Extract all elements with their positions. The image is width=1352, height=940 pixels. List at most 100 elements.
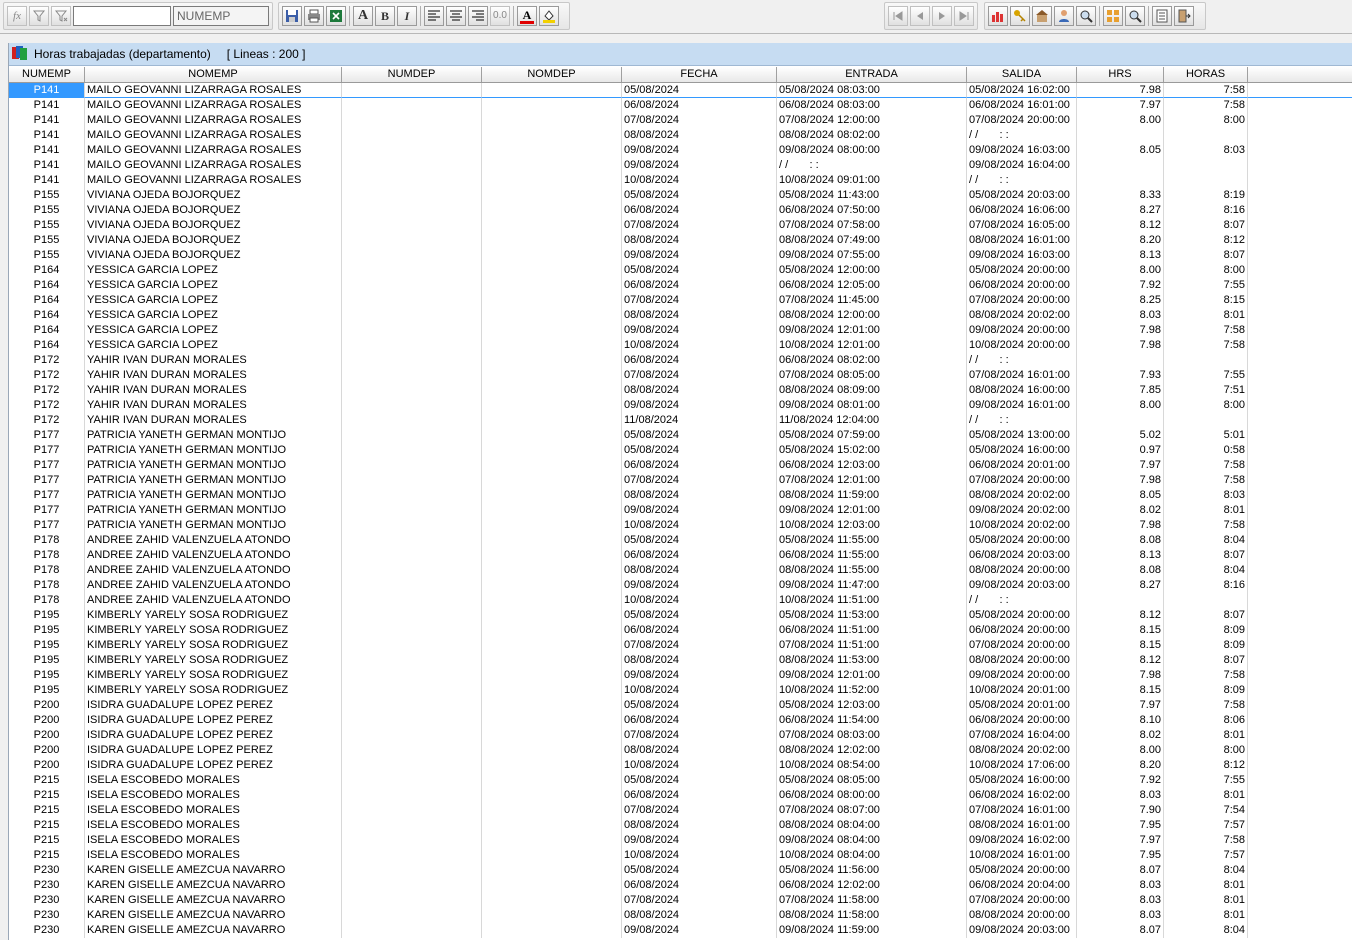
cell-horas[interactable]: 5:01 xyxy=(1164,428,1248,443)
cell-entrada[interactable]: / / : : xyxy=(777,158,967,173)
cell-nomdep[interactable] xyxy=(482,83,622,98)
cell-entrada[interactable]: 07/08/2024 08:05:00 xyxy=(777,368,967,383)
cell-hrs[interactable]: 8.20 xyxy=(1077,758,1164,773)
cell-entrada[interactable]: 05/08/2024 12:03:00 xyxy=(777,698,967,713)
cell-salida[interactable]: 07/08/2024 20:00:00 xyxy=(967,893,1077,908)
cell-nomdep[interactable] xyxy=(482,488,622,503)
cell-fecha[interactable]: 06/08/2024 xyxy=(622,353,777,368)
cell-fecha[interactable]: 09/08/2024 xyxy=(622,398,777,413)
cell-entrada[interactable]: 06/08/2024 08:02:00 xyxy=(777,353,967,368)
cell-fecha[interactable]: 05/08/2024 xyxy=(622,863,777,878)
column-header-nomdep[interactable]: NOMDEP xyxy=(482,67,622,82)
cell-horas[interactable]: 7:58 xyxy=(1164,668,1248,683)
cell-nomdep[interactable] xyxy=(482,608,622,623)
table-row[interactable]: P155 VIVIANA OJEDA BOJORQUEZ 05/08/2024 05/… xyxy=(9,188,1352,203)
cell-horas[interactable]: 7:58 xyxy=(1164,518,1248,533)
cell-nomdep[interactable] xyxy=(482,773,622,788)
cell-salida[interactable]: 07/08/2024 16:01:00 xyxy=(967,803,1077,818)
cell-entrada[interactable]: 10/08/2024 11:51:00 xyxy=(777,593,967,608)
table-row[interactable]: P178 ANDREE ZAHID VALENZUELA ATONDO 08/08/… xyxy=(9,563,1352,578)
cell-numemp[interactable]: P141 xyxy=(9,83,85,98)
table-row[interactable]: P155 VIVIANA OJEDA BOJORQUEZ 09/08/2024 09/… xyxy=(9,248,1352,263)
cell-nomemp[interactable]: ISIDRA GUADALUPE LOPEZ PEREZ xyxy=(85,713,342,728)
cell-numdep[interactable] xyxy=(342,833,482,848)
cell-entrada[interactable]: 08/08/2024 08:02:00 xyxy=(777,128,967,143)
cell-nomemp[interactable]: PATRICIA YANETH GERMAN MONTIJO xyxy=(85,443,342,458)
cell-salida[interactable]: 06/08/2024 20:03:00 xyxy=(967,548,1077,563)
cell-horas[interactable]: 8:00 xyxy=(1164,263,1248,278)
cell-horas[interactable]: 7:55 xyxy=(1164,773,1248,788)
cell-hrs[interactable]: 8.10 xyxy=(1077,713,1164,728)
cell-hrs[interactable]: 7.95 xyxy=(1077,818,1164,833)
cell-nomemp[interactable]: ISIDRA GUADALUPE LOPEZ PEREZ xyxy=(85,698,342,713)
cell-numemp[interactable]: P177 xyxy=(9,458,85,473)
column-header-entrada[interactable]: ENTRADA xyxy=(777,67,967,82)
table-row[interactable]: P177 PATRICIA YANETH GERMAN MONTIJO 10/08/… xyxy=(9,518,1352,533)
cell-entrada[interactable]: 06/08/2024 11:51:00 xyxy=(777,623,967,638)
cell-fecha[interactable]: 10/08/2024 xyxy=(622,683,777,698)
cell-fecha[interactable]: 05/08/2024 xyxy=(622,533,777,548)
cell-hrs[interactable]: 8.05 xyxy=(1077,143,1164,158)
font-color-icon[interactable]: A xyxy=(517,6,537,26)
table-row[interactable]: P172 YAHIR IVAN DURAN MORALES 08/08/2024 08… xyxy=(9,383,1352,398)
cell-salida[interactable]: 06/08/2024 20:01:00 xyxy=(967,458,1077,473)
cell-numemp[interactable]: P141 xyxy=(9,98,85,113)
cell-nomemp[interactable]: ISELA ESCOBEDO MORALES xyxy=(85,803,342,818)
cell-horas[interactable]: 7:58 xyxy=(1164,473,1248,488)
cell-numemp[interactable]: P164 xyxy=(9,308,85,323)
cell-numdep[interactable] xyxy=(342,398,482,413)
cell-numemp[interactable]: P178 xyxy=(9,578,85,593)
filter-icon[interactable] xyxy=(29,6,49,26)
cell-salida[interactable]: 08/08/2024 20:02:00 xyxy=(967,743,1077,758)
table-row[interactable]: P200 ISIDRA GUADALUPE LOPEZ PEREZ 08/08/20… xyxy=(9,743,1352,758)
cell-fecha[interactable]: 05/08/2024 xyxy=(622,608,777,623)
cell-horas[interactable] xyxy=(1164,173,1248,188)
cell-hrs[interactable]: 7.98 xyxy=(1077,323,1164,338)
cell-salida[interactable]: 08/08/2024 20:00:00 xyxy=(967,908,1077,923)
cell-numemp[interactable]: P177 xyxy=(9,428,85,443)
cell-numemp[interactable]: P215 xyxy=(9,788,85,803)
cell-numdep[interactable] xyxy=(342,143,482,158)
cell-nomdep[interactable] xyxy=(482,233,622,248)
cell-salida[interactable]: 06/08/2024 20:00:00 xyxy=(967,623,1077,638)
table-row[interactable]: P141 MAILO GEOVANNI LIZARRAGA ROSALES 09/0… xyxy=(9,158,1352,173)
cell-numemp[interactable]: P195 xyxy=(9,638,85,653)
cell-nomdep[interactable] xyxy=(482,833,622,848)
font-icon[interactable]: A xyxy=(353,6,373,26)
table-row[interactable]: P195 KIMBERLY YARELY SOSA RODRIGUEZ 10/08/… xyxy=(9,683,1352,698)
cell-nomemp[interactable]: VIVIANA OJEDA BOJORQUEZ xyxy=(85,233,342,248)
cell-entrada[interactable]: 06/08/2024 12:05:00 xyxy=(777,278,967,293)
cell-salida[interactable]: 10/08/2024 20:00:00 xyxy=(967,338,1077,353)
cell-nomemp[interactable]: MAILO GEOVANNI LIZARRAGA ROSALES xyxy=(85,128,342,143)
cell-numemp[interactable]: P141 xyxy=(9,143,85,158)
table-row[interactable]: P195 KIMBERLY YARELY SOSA RODRIGUEZ 07/08/… xyxy=(9,638,1352,653)
table-row[interactable]: P215 ISELA ESCOBEDO MORALES 07/08/2024 07/0… xyxy=(9,803,1352,818)
cell-numemp[interactable]: P164 xyxy=(9,293,85,308)
cell-nomemp[interactable]: MAILO GEOVANNI LIZARRAGA ROSALES xyxy=(85,158,342,173)
table-row[interactable]: P215 ISELA ESCOBEDO MORALES 06/08/2024 06/0… xyxy=(9,788,1352,803)
cell-nomemp[interactable]: ISIDRA GUADALUPE LOPEZ PEREZ xyxy=(85,743,342,758)
table-row[interactable]: P215 ISELA ESCOBEDO MORALES 10/08/2024 10/0… xyxy=(9,848,1352,863)
cell-numdep[interactable] xyxy=(342,788,482,803)
cell-fecha[interactable]: 06/08/2024 xyxy=(622,203,777,218)
cell-numdep[interactable] xyxy=(342,653,482,668)
cell-nomdep[interactable] xyxy=(482,563,622,578)
cell-hrs[interactable]: 7.92 xyxy=(1077,773,1164,788)
cell-entrada[interactable]: 09/08/2024 12:01:00 xyxy=(777,323,967,338)
cell-fecha[interactable]: 07/08/2024 xyxy=(622,218,777,233)
cell-salida[interactable]: 08/08/2024 20:02:00 xyxy=(967,488,1077,503)
cell-salida[interactable]: 06/08/2024 20:00:00 xyxy=(967,713,1077,728)
cell-nomdep[interactable] xyxy=(482,113,622,128)
cell-hrs[interactable]: 8.03 xyxy=(1077,788,1164,803)
cell-salida[interactable]: 10/08/2024 20:02:00 xyxy=(967,518,1077,533)
cell-fecha[interactable]: 10/08/2024 xyxy=(622,848,777,863)
cell-fecha[interactable]: 06/08/2024 xyxy=(622,458,777,473)
cell-fecha[interactable]: 08/08/2024 xyxy=(622,743,777,758)
cell-nomdep[interactable] xyxy=(482,368,622,383)
cell-numemp[interactable]: P164 xyxy=(9,323,85,338)
cell-horas[interactable]: 8:04 xyxy=(1164,923,1248,938)
cell-numdep[interactable] xyxy=(342,863,482,878)
cell-nomdep[interactable] xyxy=(482,428,622,443)
cell-nomdep[interactable] xyxy=(482,683,622,698)
cell-numdep[interactable] xyxy=(342,458,482,473)
